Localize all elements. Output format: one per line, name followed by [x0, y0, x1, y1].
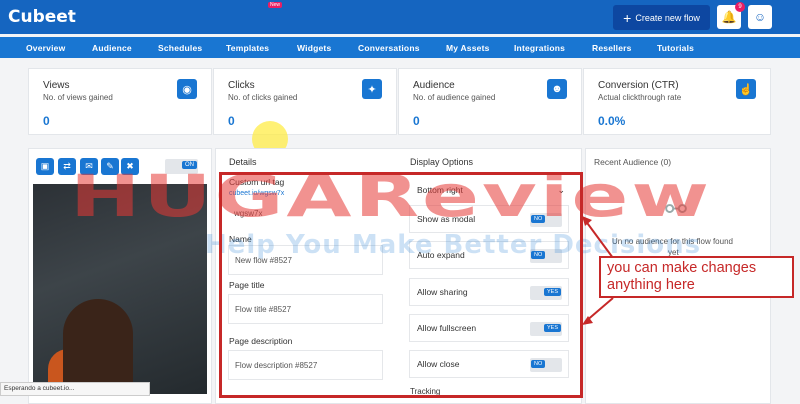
main-nav: Overview Audience Schedules Templates Wi…: [0, 37, 800, 58]
eye-icon: ◉: [177, 79, 197, 99]
stat-subtitle: No. of views gained: [43, 93, 113, 102]
thumbs-up-icon: ☝: [736, 79, 756, 99]
notification-badge: 9: [735, 2, 745, 12]
users-icon: ☻: [547, 79, 567, 99]
stat-subtitle: Actual clickthrough rate: [598, 93, 682, 102]
nav-schedules[interactable]: Schedules: [158, 43, 202, 53]
new-badge: New: [268, 2, 283, 8]
nav-widgets[interactable]: Widgets: [297, 43, 331, 53]
bell-icon: 🔔: [721, 10, 737, 24]
stat-title: Clicks: [228, 80, 255, 91]
presenter-silhouette: [63, 299, 133, 394]
create-new-flow-button[interactable]: + Create new flow: [613, 5, 710, 30]
nav-overview[interactable]: Overview: [26, 43, 65, 53]
nav-integrations[interactable]: Integrations: [514, 43, 565, 53]
stat-subtitle: No. of clicks gained: [228, 93, 298, 102]
window-icon[interactable]: ▣: [36, 158, 54, 175]
stat-title: Audience: [413, 80, 455, 91]
create-new-flow-label: Create new flow: [635, 12, 700, 23]
nav-my-assets[interactable]: My Assets: [446, 43, 490, 53]
nav-tutorials[interactable]: Tutorials: [657, 43, 694, 53]
stat-views: Views No. of views gained 0 ◉: [28, 68, 212, 135]
stat-conversion: Conversion (CTR) Actual clickthrough rat…: [583, 68, 771, 135]
annotation-box: [219, 172, 583, 398]
nav-conversations[interactable]: Conversations: [358, 43, 420, 53]
user-icon: ☺: [753, 10, 767, 24]
stat-value: 0: [228, 114, 235, 128]
stat-title: Conversion (CTR): [598, 80, 679, 91]
sparkle-cursor-icon: ✦: [362, 79, 382, 99]
browser-status-bar: Esperando a cubeet.io...: [0, 382, 150, 396]
app-logo[interactable]: Cubeet: [8, 7, 76, 27]
stat-value: 0: [413, 114, 420, 128]
nav-resellers[interactable]: Resellers: [592, 43, 632, 53]
nav-audience[interactable]: Audience: [92, 43, 132, 53]
plus-icon: +: [623, 9, 632, 26]
stat-audience: Audience No. of audience gained 0 ☻: [398, 68, 582, 135]
user-menu-button[interactable]: ☺: [748, 5, 772, 29]
stat-subtitle: No. of audience gained: [413, 93, 496, 102]
stat-clicks: Clicks No. of clicks gained 0 ✦: [213, 68, 397, 135]
top-bar: Cubeet + Create new flow 🔔 9 ☺: [0, 0, 800, 34]
stat-value: 0.0%: [598, 114, 626, 128]
annotation-callout: you can make changes anything here: [599, 256, 794, 298]
stat-value: 0: [43, 114, 50, 128]
stat-title: Views: [43, 80, 70, 91]
nav-templates[interactable]: Templates: [226, 43, 269, 53]
